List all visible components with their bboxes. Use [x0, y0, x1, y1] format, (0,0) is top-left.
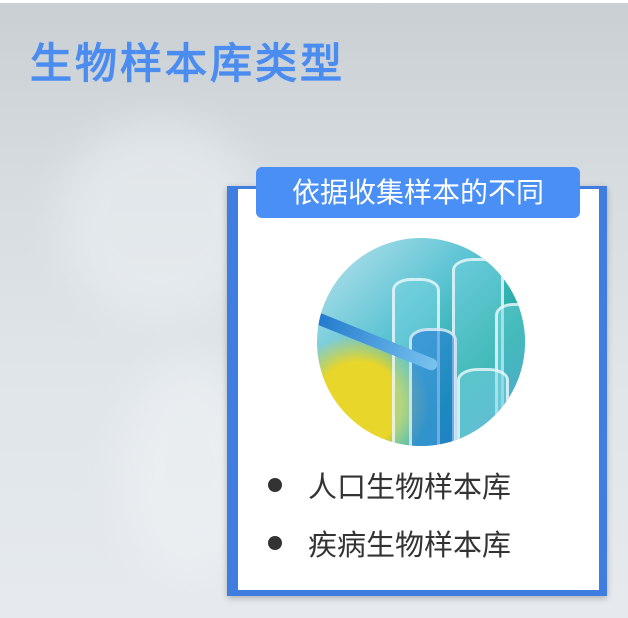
card-label: 依据收集样本的不同: [256, 167, 580, 218]
top-strip: [0, 0, 628, 3]
test-tube: [409, 328, 457, 446]
bullet-dot-icon: [268, 536, 282, 550]
test-tube: [457, 368, 509, 446]
list-item: 人口生物样本库: [268, 456, 511, 514]
list-item: 疾病生物样本库: [268, 514, 511, 572]
page-title: 生物样本库类型: [30, 39, 346, 88]
bullet-list: 人口生物样本库 疾病生物样本库: [268, 456, 511, 572]
test-tubes-photo: [317, 238, 525, 446]
list-item-text: 疾病生物样本库: [308, 528, 512, 562]
list-item-text: 人口生物样本库: [308, 470, 512, 504]
bullet-dot-icon: [268, 478, 282, 492]
